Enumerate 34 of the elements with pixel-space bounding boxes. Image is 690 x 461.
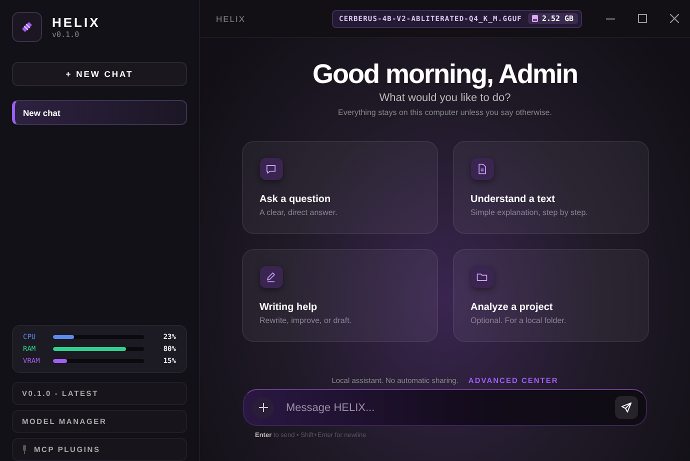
message-input[interactable]: Message HELIX... — [284, 400, 615, 414]
greeting-title: Good morning, Admin — [312, 58, 578, 90]
card-title: Analyze a project — [470, 302, 554, 313]
card-title: Ask a question — [260, 194, 332, 205]
message-field[interactable]: Message HELIX... — [243, 389, 647, 426]
chat-item[interactable]: New chat — [12, 100, 187, 125]
privacy-note: Everything stays on this computer unless you say otherwise. — [338, 108, 552, 117]
send-button[interactable] — [615, 396, 638, 419]
suggestion-card[interactable]: Ask a question A clear, direct answer. — [242, 141, 438, 234]
card-subtitle: Rewrite, improve, or draft. — [260, 316, 353, 325]
card-title: Understand a text — [470, 194, 556, 205]
speech-bubble-icon — [260, 158, 282, 180]
plug-icon — [22, 445, 27, 454]
greeting-subtitle: What would you like to do? — [379, 92, 511, 104]
app-name: HELIX — [52, 15, 100, 30]
card-subtitle: Optional. For a local folder. — [470, 316, 568, 325]
suggestion-card[interactable]: Analyze a project Optional. For a local folder. — [452, 249, 648, 342]
window-title: HELIX — [216, 14, 247, 24]
new-chat-button[interactable]: + NEW CHAT — [12, 62, 187, 86]
card-subtitle: Simple explanation, step by step. — [470, 208, 589, 217]
card-title: Writing help — [260, 302, 318, 313]
pencil-icon — [260, 266, 282, 288]
app-logo — [12, 12, 42, 42]
card-subtitle: A clear, direct answer. — [260, 208, 338, 217]
suggestion-card[interactable]: Understand a text Simple explanation, step by step. — [452, 141, 648, 234]
suggestion-card[interactable]: Writing help Rewrite, improve, or draft. — [242, 249, 438, 342]
folder-icon — [470, 266, 494, 288]
maximize-icon — [638, 14, 646, 23]
memory-icon — [532, 15, 538, 22]
plus-button[interactable] — [252, 396, 274, 418]
document-icon — [470, 158, 494, 180]
close-icon — [670, 14, 678, 23]
plus-icon — [258, 403, 268, 412]
send-icon — [621, 402, 632, 413]
